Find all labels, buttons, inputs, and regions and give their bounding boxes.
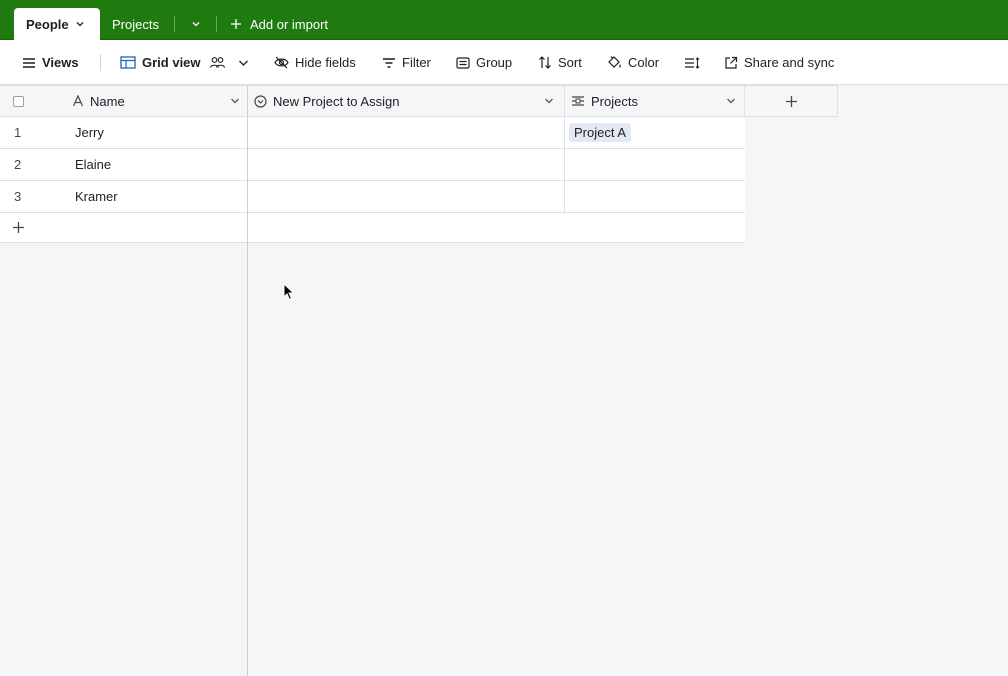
grid-view-label: Grid view [142,55,201,70]
column-header-label: Projects [591,93,638,109]
cell-projects[interactable]: Project A [565,117,745,148]
cell-projects[interactable] [565,181,745,212]
cell-name[interactable]: Kramer [75,181,118,212]
sort-icon [538,56,552,69]
single-select-icon [254,94,267,108]
chevron-down-icon [191,19,201,29]
hide-fields-label: Hide fields [295,55,356,70]
views-button[interactable]: Views [22,40,79,85]
linked-record-icon [571,95,585,107]
column-header-new-project[interactable]: New Project to Assign [248,86,565,116]
row-height-icon [684,56,700,69]
tab-projects[interactable]: Projects [112,8,159,40]
linked-record-chip[interactable]: Project A [569,123,632,142]
hide-fields-button[interactable]: Hide fields [274,40,356,85]
external-link-icon [724,56,738,70]
add-or-import-button[interactable]: Add or import [230,8,328,40]
tab-projects-label: Projects [112,16,159,32]
text-field-icon [72,95,84,107]
column-header-label: New Project to Assign [273,93,400,109]
column-header-label: Name [90,93,125,109]
views-label: Views [42,55,79,70]
row-number: 1 [14,125,22,140]
filter-label: Filter [402,55,431,70]
view-toolbar: Views Grid view Hide fields Filter Group [0,40,1008,85]
table-row[interactable] [248,181,745,213]
collaborative-view-icon [209,56,226,69]
cell-name[interactable]: Jerry [75,117,104,148]
grid-view-button[interactable]: Grid view [120,40,249,85]
sort-button[interactable]: Sort [538,40,582,85]
add-or-import-label: Add or import [250,16,329,32]
row-number: 2 [14,157,22,172]
cell-new-project[interactable] [248,117,565,148]
row-height-button[interactable] [684,40,700,85]
table-row[interactable]: Project A [248,117,745,149]
tab-people[interactable]: People [14,8,100,40]
share-and-sync-button[interactable]: Share and sync [724,40,834,85]
column-header-projects[interactable]: Projects [565,86,745,116]
chevron-down-icon[interactable] [544,96,554,106]
hamburger-icon [22,57,36,69]
table-row[interactable] [248,149,745,181]
header-row-frozen: Name [0,85,248,117]
cell-projects[interactable] [565,149,745,180]
group-icon [456,56,470,69]
mouse-cursor-icon [283,283,295,301]
tab-divider [216,16,217,32]
group-button[interactable]: Group [456,40,512,85]
cell-new-project[interactable] [248,149,565,180]
cell-new-project[interactable] [248,181,565,212]
add-record-row[interactable] [0,213,247,243]
color-button[interactable]: Color [607,40,659,85]
group-label: Group [476,55,513,70]
select-all-checkbox[interactable] [0,86,36,116]
checkbox[interactable] [12,95,24,107]
filter-button[interactable]: Filter [382,40,431,85]
sort-label: Sort [558,55,582,70]
add-field-button[interactable] [745,86,838,116]
table-row[interactable]: 3 Kramer [0,181,247,213]
more-tables-button[interactable] [186,8,206,40]
eye-slash-icon [274,56,289,69]
chevron-down-icon[interactable] [726,96,736,106]
cell-name[interactable]: Elaine [75,149,111,180]
plus-icon [230,18,242,30]
color-label: Color [628,55,660,70]
column-header-name[interactable]: Name [72,86,248,116]
chevron-down-icon[interactable] [230,96,240,106]
toolbar-divider [100,54,101,71]
filter-icon [382,57,396,69]
grid-icon [120,56,136,69]
header-row-scroll: New Project to Assign Projects [248,85,838,117]
chevron-down-icon [238,58,249,68]
add-record-row[interactable] [248,213,745,243]
table-row[interactable]: 1 Jerry [0,117,247,149]
tab-people-label: People [26,16,69,32]
share-and-sync-label: Share and sync [744,55,835,70]
row-number: 3 [14,189,22,204]
plus-icon [785,95,798,108]
paint-bucket-icon [607,55,622,70]
chevron-down-icon[interactable] [75,19,85,29]
table-row[interactable]: 2 Elaine [0,149,247,181]
tab-divider [174,16,175,32]
table-tab-bar: People Projects Add or import [0,0,1008,40]
plus-icon[interactable] [12,221,25,234]
